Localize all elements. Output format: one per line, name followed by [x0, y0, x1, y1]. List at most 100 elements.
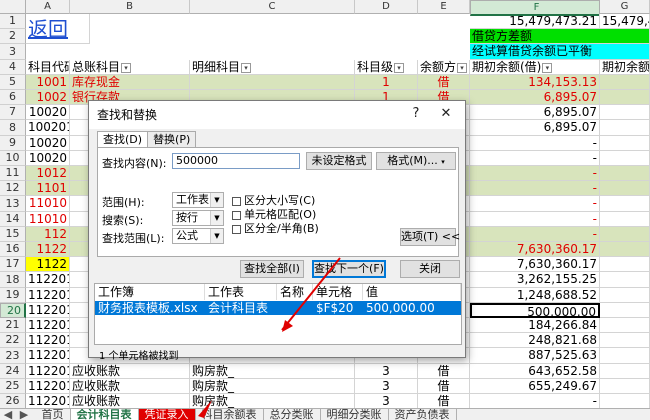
help-icon[interactable]: ?: [403, 101, 429, 127]
match-byte-width-checkbox[interactable]: 区分全/半角(B): [232, 220, 319, 236]
account-code-cell[interactable]: 11220106: [26, 348, 70, 364]
dialog-titlebar[interactable]: 查找和替换 ? ✕: [89, 101, 465, 129]
balance-direction-cell[interactable]: 借: [418, 379, 470, 394]
opening-credit-cell[interactable]: [600, 272, 650, 288]
row-header[interactable]: 16: [0, 242, 26, 257]
opening-debit-cell[interactable]: 655,249.67: [470, 379, 600, 394]
results-header-sheet[interactable]: 工作表: [205, 284, 277, 300]
row-header[interactable]: 26: [0, 394, 26, 408]
opening-credit-cell[interactable]: [600, 318, 650, 333]
account-code-cell[interactable]: 11220101: [26, 303, 70, 318]
account-code-cell[interactable]: 1002010: [26, 120, 70, 136]
active-cell-f20[interactable]: 500,000.00: [470, 303, 600, 318]
column-title-a[interactable]: 科目代码▾: [26, 60, 70, 75]
opening-credit-cell[interactable]: [600, 348, 650, 364]
find-all-button[interactable]: 查找全部(I): [240, 260, 304, 278]
account-code-cell[interactable]: 10020: [26, 105, 70, 120]
opening-debit-cell[interactable]: -: [470, 136, 600, 151]
account-code-cell[interactable]: 1122: [26, 242, 70, 257]
opening-credit-cell[interactable]: [600, 364, 650, 379]
find-next-button[interactable]: 查找下一个(F): [312, 260, 386, 278]
row-header[interactable]: 7: [0, 105, 26, 120]
row-header[interactable]: 3: [0, 44, 26, 60]
tab-find[interactable]: 查找(D): [97, 131, 149, 148]
row-header[interactable]: 22: [0, 333, 26, 348]
f3-note[interactable]: 经试算借贷余额已平衡: [470, 44, 650, 60]
level-cell[interactable]: 1: [355, 75, 418, 90]
column-header-d[interactable]: D: [355, 0, 418, 14]
filter-dropdown-icon[interactable]: ▾: [121, 62, 132, 73]
column-title-e[interactable]: 余额方 ▾: [418, 60, 470, 75]
opening-credit-cell[interactable]: [600, 181, 650, 196]
results-list[interactable]: 工作簿 工作表 名称 单元格 值 财务报表模板.xlsx 会计科目表 $F$20…: [94, 283, 462, 345]
row-header[interactable]: 15: [0, 227, 26, 242]
filter-dropdown-icon[interactable]: ▾: [457, 62, 468, 73]
sheet-tab[interactable]: 资产负债表: [389, 409, 457, 420]
close-button[interactable]: 关闭: [400, 260, 460, 278]
opening-credit-cell[interactable]: [600, 227, 650, 242]
column-title-c[interactable]: 明细科目 ▾: [190, 60, 355, 75]
opening-debit-cell[interactable]: 134,153.13: [470, 75, 600, 90]
tab-replace[interactable]: 替换(P): [147, 131, 197, 147]
opening-credit-cell[interactable]: [600, 379, 650, 394]
row-header[interactable]: 14: [0, 212, 26, 227]
account-code-cell[interactable]: 11220108: [26, 379, 70, 394]
row-header[interactable]: 6: [0, 90, 26, 105]
opening-credit-cell[interactable]: [600, 166, 650, 181]
ledger-account-cell[interactable]: 应收账款: [70, 394, 190, 408]
column-title-d[interactable]: 科目级 ▾: [355, 60, 418, 75]
row-header[interactable]: 11: [0, 166, 26, 181]
sheet-tab[interactable]: 首页: [36, 409, 71, 420]
column-header-e[interactable]: E: [418, 0, 470, 14]
opening-debit-cell[interactable]: 6,895.07: [470, 90, 600, 105]
filter-dropdown-icon[interactable]: ▾: [542, 62, 553, 73]
ledger-account-cell[interactable]: 应收账款: [70, 364, 190, 379]
opening-credit-cell[interactable]: [600, 75, 650, 90]
results-header-cell[interactable]: 单元格: [313, 284, 363, 300]
account-code-cell[interactable]: 11220107: [26, 364, 70, 379]
opening-debit-cell[interactable]: 643,652.58: [470, 364, 600, 379]
level-cell[interactable]: 3: [355, 364, 418, 379]
row-header[interactable]: 2: [0, 29, 26, 44]
filter-dropdown-icon[interactable]: ▾: [241, 62, 252, 73]
f2-note[interactable]: 借贷方差额: [470, 29, 650, 44]
row-header[interactable]: 17: [0, 257, 26, 272]
opening-credit-cell[interactable]: [600, 288, 650, 303]
opening-debit-cell[interactable]: 1,248,688.52: [470, 288, 600, 303]
account-code-cell[interactable]: 1101: [26, 181, 70, 196]
search-select[interactable]: 按行 ▼: [172, 210, 224, 226]
opening-credit-cell[interactable]: [600, 394, 650, 408]
opening-debit-cell[interactable]: 3,262,155.25: [470, 272, 600, 288]
account-code-cell[interactable]: 10020: [26, 136, 70, 151]
opening-debit-cell[interactable]: -: [470, 227, 600, 242]
find-what-input[interactable]: 500000: [172, 153, 300, 169]
tab-scroll-right-icon[interactable]: ▶: [16, 409, 32, 420]
close-icon[interactable]: ✕: [433, 101, 459, 127]
opening-debit-cell[interactable]: -: [470, 212, 600, 227]
column-header-g[interactable]: G: [600, 0, 650, 14]
row-header[interactable]: 20: [0, 303, 26, 318]
opening-debit-cell[interactable]: -: [470, 151, 600, 166]
opening-credit-cell[interactable]: [600, 105, 650, 120]
opening-credit-cell[interactable]: [600, 333, 650, 348]
sheet-tab[interactable]: 明细分类账: [321, 409, 389, 420]
account-code-cell[interactable]: 11220101: [26, 318, 70, 333]
results-header-name[interactable]: 名称: [277, 284, 313, 300]
opening-debit-cell[interactable]: 6,895.07: [470, 120, 600, 136]
opening-debit-cell[interactable]: 887,525.63: [470, 348, 600, 364]
level-cell[interactable]: 3: [355, 394, 418, 408]
column-title-f[interactable]: 期初余额(借) ▾: [470, 60, 600, 75]
account-code-cell[interactable]: 11220105: [26, 333, 70, 348]
balance-direction-cell[interactable]: 借: [418, 75, 470, 90]
format-button[interactable]: 格式(M)... ▾: [376, 152, 456, 170]
balance-direction-cell[interactable]: 借: [418, 394, 470, 408]
opening-debit-cell[interactable]: 184,266.84: [470, 318, 600, 333]
sheet-tab[interactable]: 科目余额表: [196, 409, 264, 420]
row-header[interactable]: 5: [0, 75, 26, 90]
select-all-corner[interactable]: [0, 0, 26, 14]
balance-direction-cell[interactable]: 借: [418, 364, 470, 379]
account-code-cell[interactable]: 1012: [26, 166, 70, 181]
column-header-c[interactable]: C: [190, 0, 355, 14]
opening-credit-cell[interactable]: [600, 257, 650, 272]
column-title-b[interactable]: 总账科目 ▾: [70, 60, 190, 75]
